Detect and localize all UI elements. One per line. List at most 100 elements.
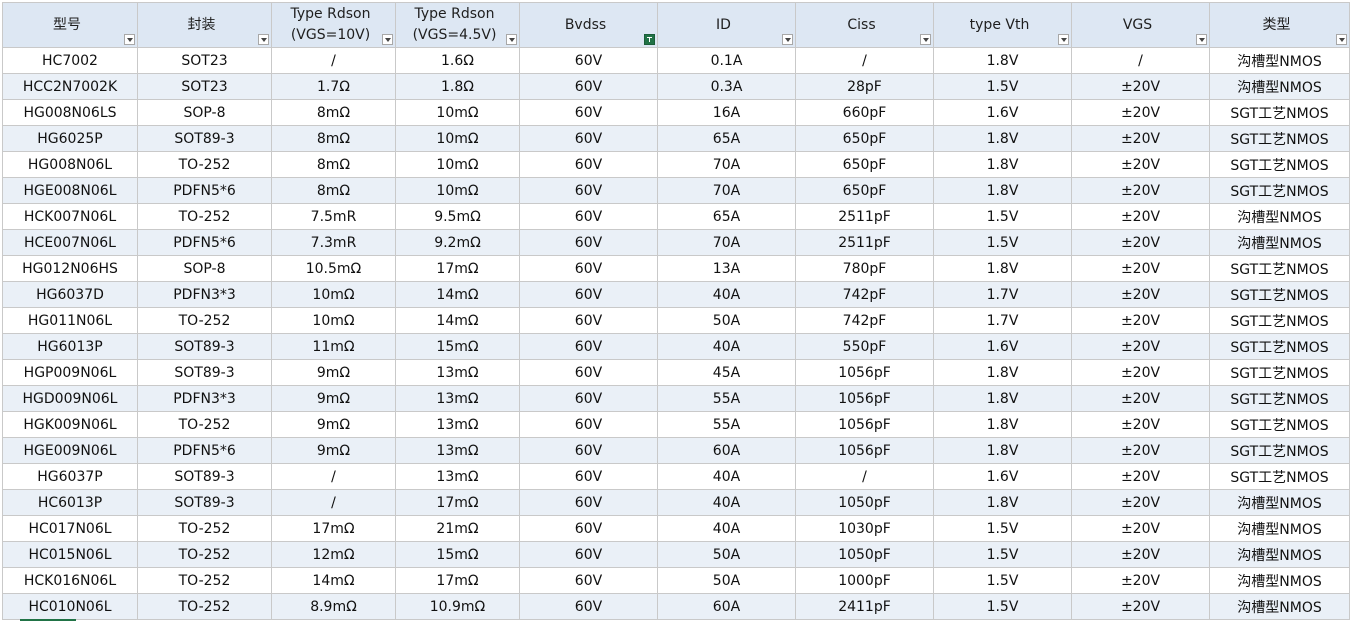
table-cell[interactable]: 1.5V (933, 203, 1072, 230)
table-cell[interactable]: 10.5mΩ (271, 255, 396, 282)
table-cell[interactable]: 1.5V (933, 515, 1072, 542)
table-cell[interactable]: 60V (519, 593, 658, 620)
table-cell[interactable]: 1.7Ω (271, 73, 396, 100)
table-cell[interactable]: 60V (519, 47, 658, 74)
table-cell[interactable]: HG008N06LS (2, 99, 138, 126)
table-cell[interactable]: ±20V (1071, 177, 1210, 204)
table-cell[interactable]: ±20V (1071, 307, 1210, 334)
table-cell[interactable]: 沟槽型NMOS (1209, 567, 1350, 594)
filter-dropdown-icon[interactable] (782, 34, 793, 45)
table-cell[interactable]: / (271, 47, 396, 74)
table-cell[interactable]: 10.9mΩ (395, 593, 520, 620)
table-cell[interactable]: 2511pF (795, 229, 934, 256)
table-cell[interactable]: 7.3mR (271, 229, 396, 256)
table-cell[interactable]: 7.5mR (271, 203, 396, 230)
table-cell[interactable]: ±20V (1071, 151, 1210, 178)
table-cell[interactable]: HC015N06L (2, 541, 138, 568)
table-cell[interactable]: ±20V (1071, 593, 1210, 620)
table-cell[interactable]: 40A (657, 489, 796, 516)
table-cell[interactable]: 1050pF (795, 541, 934, 568)
table-cell[interactable]: 1.6Ω (395, 47, 520, 74)
table-cell[interactable]: 13mΩ (395, 385, 520, 412)
table-cell[interactable]: 780pF (795, 255, 934, 282)
table-cell[interactable]: 650pF (795, 125, 934, 152)
table-cell[interactable]: SOT89-3 (137, 125, 272, 152)
table-cell[interactable]: 742pF (795, 281, 934, 308)
table-cell[interactable]: 9.5mΩ (395, 203, 520, 230)
table-cell[interactable]: 550pF (795, 333, 934, 360)
table-cell[interactable]: 60V (519, 281, 658, 308)
table-cell[interactable]: 1050pF (795, 489, 934, 516)
table-cell[interactable]: ±20V (1071, 73, 1210, 100)
column-header-4[interactable]: Bvdss (519, 2, 658, 48)
table-cell[interactable]: TO-252 (137, 151, 272, 178)
filter-dropdown-icon[interactable] (258, 34, 269, 45)
table-cell[interactable]: SOT89-3 (137, 333, 272, 360)
table-cell[interactable]: TO-252 (137, 307, 272, 334)
table-cell[interactable]: 40A (657, 281, 796, 308)
table-cell[interactable]: SGT工艺NMOS (1209, 99, 1350, 126)
table-cell[interactable]: 1.6V (933, 463, 1072, 490)
table-cell[interactable]: ±20V (1071, 515, 1210, 542)
table-cell[interactable]: ±20V (1071, 567, 1210, 594)
table-cell[interactable]: 9mΩ (271, 411, 396, 438)
table-cell[interactable]: 沟槽型NMOS (1209, 47, 1350, 74)
column-header-7[interactable]: type Vth (933, 2, 1072, 48)
filter-dropdown-icon[interactable] (1196, 34, 1207, 45)
table-cell[interactable]: SOT23 (137, 47, 272, 74)
table-cell[interactable]: SGT工艺NMOS (1209, 411, 1350, 438)
table-cell[interactable]: ±20V (1071, 255, 1210, 282)
table-cell[interactable]: 17mΩ (271, 515, 396, 542)
table-cell[interactable]: 1.5V (933, 73, 1072, 100)
table-cell[interactable]: 60V (519, 333, 658, 360)
table-cell[interactable]: ±20V (1071, 541, 1210, 568)
table-cell[interactable]: 40A (657, 515, 796, 542)
table-cell[interactable]: ±20V (1071, 489, 1210, 516)
filter-dropdown-icon[interactable] (506, 34, 517, 45)
table-cell[interactable]: 28pF (795, 73, 934, 100)
table-cell[interactable]: 55A (657, 385, 796, 412)
table-cell[interactable]: SGT工艺NMOS (1209, 177, 1350, 204)
table-cell[interactable]: HG6037P (2, 463, 138, 490)
table-cell[interactable]: 10mΩ (395, 177, 520, 204)
table-cell[interactable]: ±20V (1071, 463, 1210, 490)
table-cell[interactable]: SGT工艺NMOS (1209, 437, 1350, 464)
table-cell[interactable]: TO-252 (137, 567, 272, 594)
table-cell[interactable]: 1.8V (933, 255, 1072, 282)
table-cell[interactable]: 17mΩ (395, 567, 520, 594)
table-cell[interactable]: 12mΩ (271, 541, 396, 568)
table-cell[interactable]: 0.3A (657, 73, 796, 100)
table-cell[interactable]: 1.8V (933, 177, 1072, 204)
table-cell[interactable]: TO-252 (137, 541, 272, 568)
column-header-5[interactable]: ID (657, 2, 796, 48)
table-cell[interactable]: 742pF (795, 307, 934, 334)
table-cell[interactable]: 60V (519, 99, 658, 126)
table-cell[interactable]: 1056pF (795, 359, 934, 386)
table-cell[interactable]: 70A (657, 177, 796, 204)
table-cell[interactable]: / (795, 47, 934, 74)
table-cell[interactable]: 1.5V (933, 541, 1072, 568)
table-cell[interactable]: PDFN5*6 (137, 177, 272, 204)
table-cell[interactable]: 2511pF (795, 203, 934, 230)
column-header-1[interactable]: 封装 (137, 2, 272, 48)
table-cell[interactable]: 50A (657, 567, 796, 594)
table-cell[interactable]: 沟槽型NMOS (1209, 593, 1350, 620)
table-cell[interactable]: SGT工艺NMOS (1209, 463, 1350, 490)
table-cell[interactable]: SOT89-3 (137, 359, 272, 386)
table-cell[interactable]: ±20V (1071, 437, 1210, 464)
table-cell[interactable]: 60V (519, 255, 658, 282)
table-cell[interactable]: HC010N06L (2, 593, 138, 620)
table-cell[interactable]: ±20V (1071, 125, 1210, 152)
table-cell[interactable]: 8.9mΩ (271, 593, 396, 620)
table-cell[interactable]: 1.8V (933, 385, 1072, 412)
table-cell[interactable]: 40A (657, 333, 796, 360)
table-cell[interactable]: 沟槽型NMOS (1209, 229, 1350, 256)
table-cell[interactable]: 60V (519, 125, 658, 152)
column-header-9[interactable]: 类型 (1209, 2, 1350, 48)
table-cell[interactable]: HGP009N06L (2, 359, 138, 386)
table-cell[interactable]: 17mΩ (395, 489, 520, 516)
table-cell[interactable]: SGT工艺NMOS (1209, 125, 1350, 152)
table-cell[interactable]: ±20V (1071, 203, 1210, 230)
table-cell[interactable]: ±20V (1071, 99, 1210, 126)
table-cell[interactable]: HG008N06L (2, 151, 138, 178)
